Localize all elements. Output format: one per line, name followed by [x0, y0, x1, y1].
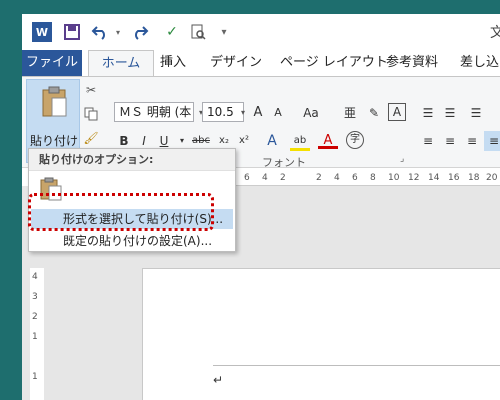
font-color-button[interactable]: A — [318, 131, 338, 149]
print-preview-icon[interactable] — [188, 22, 208, 42]
copy-icon[interactable] — [82, 105, 100, 123]
cut-icon[interactable]: ✂ — [82, 81, 100, 99]
font-group-label: フォント — [262, 156, 306, 169]
ruler-tick: 14 — [428, 173, 440, 183]
align-right-icon[interactable]: ≡ — [462, 131, 482, 151]
paste-options-header: 貼り付けのオプション: — [29, 149, 235, 171]
grow-font-button[interactable]: A — [248, 103, 268, 123]
clear-format-icon[interactable]: ✎ — [364, 103, 384, 123]
ruler-tick: 4 — [262, 173, 268, 183]
annotation-highlight — [28, 193, 214, 231]
format-painter-icon[interactable]: 🖌 — [82, 129, 100, 147]
window-title: 文 — [490, 25, 500, 41]
ruler-tick: 4 — [334, 173, 340, 183]
ruler-tick: 6 — [352, 173, 358, 183]
ruler-tick: 12 — [408, 173, 420, 183]
clipboard-icon — [42, 86, 67, 117]
numbering-icon[interactable]: ☰ — [440, 103, 460, 123]
tab-home[interactable]: ホーム — [88, 50, 154, 77]
margin-guide — [213, 365, 500, 366]
shrink-font-button[interactable]: A — [268, 103, 288, 123]
tab-mailings[interactable]: 差し込 — [460, 50, 499, 76]
change-case-button[interactable]: Aa — [298, 103, 324, 123]
quick-access-toolbar: W ▾ ✓ ▾ 文 — [22, 14, 500, 50]
ruler-tick: 16 — [448, 173, 460, 183]
ruler-tick: 8 — [370, 173, 376, 183]
vruler-tick: 4 — [32, 272, 38, 282]
undo-icon[interactable] — [90, 22, 110, 42]
ruler-tick: 20 — [486, 173, 498, 183]
ruler-tick: 2 — [280, 173, 286, 183]
highlight-button[interactable]: ab — [290, 131, 310, 151]
phonetic-guide-button[interactable]: 亜 — [340, 103, 360, 123]
font-dialog-launcher-icon[interactable]: ⌟ — [400, 154, 404, 164]
vruler-tick: 3 — [32, 292, 38, 302]
tab-file[interactable]: ファイル — [22, 50, 82, 76]
paste-label: 貼り付け — [29, 134, 78, 148]
word-app-icon[interactable]: W — [32, 22, 52, 42]
tab-references[interactable]: 参考資料 — [386, 50, 438, 76]
ruler-tick: 18 — [468, 173, 480, 183]
align-left-icon[interactable]: ≡ — [418, 131, 438, 151]
tab-page-layout[interactable]: ページ レイアウト — [280, 50, 388, 76]
undo-dropdown-icon[interactable]: ▾ — [108, 22, 128, 42]
customize-qat-icon[interactable]: ▾ — [214, 22, 234, 42]
vruler-tick: 1 — [32, 332, 38, 342]
tab-insert[interactable]: 挿入 — [160, 50, 186, 76]
vruler-tick: 2 — [32, 312, 38, 322]
save-icon[interactable] — [62, 22, 82, 42]
vertical-ruler: 4 3 2 1 1 — [30, 268, 44, 400]
paragraph-mark: ↵ — [213, 373, 224, 387]
justify-icon[interactable]: ≡ — [484, 131, 500, 151]
redo-icon[interactable] — [130, 22, 150, 42]
bullets-icon[interactable]: ☰ — [418, 103, 438, 123]
text-effect-button[interactable]: A — [262, 131, 282, 151]
set-default-paste-item[interactable]: 既定の貼り付けの設定(A)... — [31, 231, 233, 251]
ruler-tick: 6 — [244, 173, 250, 183]
ribbon-tabs: ファイル ホーム 挿入 デザイン ページ レイアウト 参考資料 差し込 — [22, 50, 500, 77]
char-border-button[interactable]: A — [388, 103, 406, 121]
tab-design[interactable]: デザイン — [210, 50, 262, 76]
ruler-tick: 10 — [388, 173, 400, 183]
touch-mode-icon[interactable]: ✓ — [162, 22, 182, 42]
ruler-tick: 2 — [316, 173, 322, 183]
vruler-tick: 1 — [32, 372, 38, 382]
superscript-button[interactable]: x² — [234, 131, 254, 151]
align-center-icon[interactable]: ≡ — [440, 131, 460, 151]
horizontal-ruler: 8 6 4 2 2 4 6 8 10 12 14 16 18 20 — [218, 172, 500, 186]
font-name-input[interactable]: ＭＳ 明朝 (本 — [114, 102, 194, 122]
multilevel-list-icon[interactable]: ☰ — [466, 103, 486, 123]
enclose-char-button[interactable]: 字 — [346, 131, 364, 149]
document-page[interactable]: ↵ — [142, 268, 500, 400]
